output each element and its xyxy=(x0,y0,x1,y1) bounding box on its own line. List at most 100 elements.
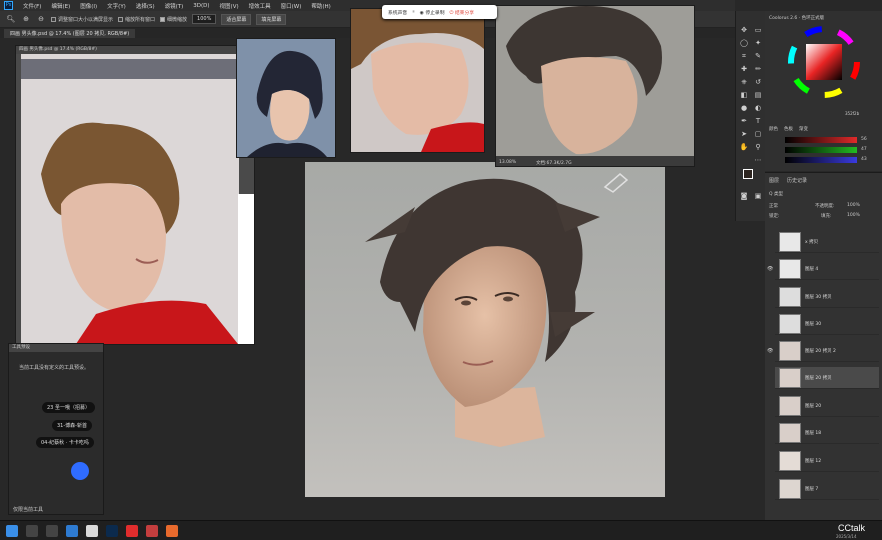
windows-start-icon[interactable] xyxy=(6,525,18,537)
red-value[interactable]: 56 xyxy=(861,137,867,142)
system-audio-toggle[interactable]: 系统声音 xyxy=(388,9,407,16)
quick-mask-icon[interactable]: ◙ xyxy=(739,191,749,201)
main-canvas[interactable] xyxy=(305,162,665,497)
layer-row[interactable]: 图层 30 拷贝 xyxy=(775,286,879,308)
menu-edit[interactable]: 编辑(E) xyxy=(47,2,74,10)
photoshop-taskbar-icon[interactable] xyxy=(106,525,118,537)
type-tool-icon[interactable]: T xyxy=(753,116,763,126)
painted-portrait xyxy=(365,173,629,447)
tab-swatches[interactable]: 色板 xyxy=(784,126,793,132)
eye-icon[interactable]: 👁︎ xyxy=(767,266,773,272)
blue-slider[interactable] xyxy=(785,157,857,163)
zoom-all-windows-checkbox[interactable]: 缩放所有窗口 xyxy=(118,16,155,23)
layer-row[interactable]: x 拷贝 xyxy=(775,231,879,253)
zoom-tool-icon[interactable]: 🔍︎ xyxy=(6,14,16,24)
menu-image[interactable]: 图像(I) xyxy=(76,2,101,10)
current-tool-only-checkbox[interactable]: 仅限当前工具 xyxy=(9,506,105,513)
menu-plugins[interactable]: 增效工具 xyxy=(245,2,275,10)
screen-mode-icon[interactable]: ▣ xyxy=(753,191,763,201)
menu-3d[interactable]: 3D(D) xyxy=(189,3,213,9)
zoom-in-icon[interactable]: ⊕ xyxy=(21,14,31,24)
end-share-button[interactable]: ⏻ 结束分享 xyxy=(450,9,475,16)
app-icon[interactable] xyxy=(126,525,138,537)
artboard-tool-icon[interactable]: ▭ xyxy=(753,25,763,35)
hand-tool-icon[interactable]: ✋ xyxy=(739,142,749,152)
layer-name: 图层 7 xyxy=(805,486,819,492)
opacity-value[interactable]: 100% xyxy=(847,203,860,208)
layer-row[interactable]: 图层 12 xyxy=(775,450,879,472)
gradient-tool-icon[interactable]: ▤ xyxy=(753,90,763,100)
zoom-tool-panel-icon[interactable]: ⚲ xyxy=(753,142,763,152)
app-icon[interactable] xyxy=(86,525,98,537)
blend-mode-select[interactable]: 正常 xyxy=(769,203,778,209)
tab-gradients[interactable]: 渐变 xyxy=(799,126,808,132)
pen-tool-icon[interactable]: ✒ xyxy=(739,116,749,126)
app-icon[interactable] xyxy=(146,525,158,537)
magic-wand-icon[interactable]: ✦ xyxy=(753,38,763,48)
zoom-value-field[interactable]: 100% xyxy=(192,14,217,24)
tab-color[interactable]: 颜色 xyxy=(769,126,778,132)
green-slider[interactable] xyxy=(785,147,857,153)
zoom-out-icon[interactable]: ⊖ xyxy=(36,14,46,24)
preset-item[interactable]: 04-纪蔡秋 · 卡卡吃吗 xyxy=(36,437,94,448)
reference-window-anime[interactable] xyxy=(236,38,336,158)
preset-item[interactable]: 31-博森-斩首 xyxy=(52,420,92,431)
more-tools-icon[interactable]: ⋯ xyxy=(753,155,763,165)
menu-window[interactable]: 窗口(W) xyxy=(277,2,306,10)
dodge-tool-icon[interactable]: ◐ xyxy=(753,103,763,113)
layer-row[interactable]: 👁︎ 图层 4 xyxy=(767,258,879,280)
menu-view[interactable]: 视图(V) xyxy=(216,2,243,10)
eyedropper-icon[interactable]: ✎ xyxy=(753,51,763,61)
search-icon[interactable] xyxy=(26,525,38,537)
crop-tool-icon[interactable]: ⌗ xyxy=(739,51,749,61)
scrubby-zoom-checkbox[interactable]: 细微缩放 xyxy=(160,16,187,23)
menu-select[interactable]: 选择(S) xyxy=(132,2,159,10)
stop-record-button[interactable]: ◉ 停止录制 xyxy=(420,9,445,16)
reference-window-large[interactable]: 四画 男头像.psd @ 17.4% (RGB/8#) xyxy=(15,45,255,345)
resize-windows-checkbox[interactable]: 调整窗口大小以满屏显示 xyxy=(51,16,113,23)
reference-window-painting[interactable]: 13.08% 文档:67.3K/2.7G xyxy=(495,5,695,167)
menu-help[interactable]: 帮助(H) xyxy=(307,2,334,10)
tab-layers[interactable]: 图层 xyxy=(769,177,779,184)
layer-kind-filter[interactable]: Q 类型 xyxy=(769,191,783,197)
layer-row[interactable]: 图层 30 xyxy=(775,313,879,335)
foreground-color-swatch[interactable] xyxy=(743,169,753,179)
fill-screen-button[interactable]: 填充屏幕 xyxy=(256,13,287,25)
fill-value[interactable]: 100% xyxy=(847,213,860,218)
lasso-tool-icon[interactable]: ◯ xyxy=(739,38,749,48)
green-value[interactable]: 47 xyxy=(861,147,867,152)
color-panel-tabs: 颜色 色板 渐变 xyxy=(769,126,808,132)
menu-type[interactable]: 文字(Y) xyxy=(103,2,130,10)
eraser-tool-icon[interactable]: ◧ xyxy=(739,90,749,100)
tab-history[interactable]: 历史记录 xyxy=(787,177,807,184)
app-icon[interactable] xyxy=(66,525,78,537)
app-icon[interactable] xyxy=(166,525,178,537)
blue-value[interactable]: 43 xyxy=(861,157,867,162)
red-slider[interactable] xyxy=(785,137,857,143)
color-wheel[interactable] xyxy=(787,25,861,99)
layer-row[interactable]: 图层 18 xyxy=(775,422,879,444)
document-tab[interactable]: 四画 男头像.psd @ 17.4% (图层 20 拷贝, RGB/8#) xyxy=(4,28,136,38)
chat-bubble-icon[interactable] xyxy=(71,462,89,480)
layer-row[interactable]: 👁︎ 图层 20 拷贝 2 xyxy=(767,340,879,362)
menu-file[interactable]: 文件(F) xyxy=(19,2,45,10)
path-select-icon[interactable]: ➤ xyxy=(739,129,749,139)
layer-row-selected[interactable]: 图层 20 拷贝 xyxy=(775,367,879,389)
move-tool-icon[interactable]: ✥ xyxy=(739,25,749,35)
history-brush-icon[interactable]: ↺ xyxy=(753,77,763,87)
layer-row[interactable]: 图层 20 xyxy=(775,395,879,417)
reference-window-closeup[interactable] xyxy=(350,8,485,153)
brush-tool-icon[interactable]: ✏ xyxy=(753,64,763,74)
preset-item[interactable]: 23 圣一哦（招募） xyxy=(42,402,95,413)
healing-brush-icon[interactable]: ✚ xyxy=(739,64,749,74)
blur-tool-icon[interactable]: ● xyxy=(739,103,749,113)
stamp-tool-icon[interactable]: ⎈ xyxy=(739,77,749,87)
layer-row[interactable]: 图层 7 xyxy=(775,478,879,500)
toggle-switch-icon[interactable]: ⏸ xyxy=(412,9,414,15)
shape-tool-icon[interactable]: ▢ xyxy=(753,129,763,139)
menu-filter[interactable]: 滤镜(T) xyxy=(161,2,188,10)
taskbar-date: 2025/3/14 xyxy=(836,534,857,539)
eye-icon[interactable]: 👁︎ xyxy=(767,348,773,354)
task-view-icon[interactable] xyxy=(46,525,58,537)
fit-screen-button[interactable]: 适合屏幕 xyxy=(221,13,252,25)
